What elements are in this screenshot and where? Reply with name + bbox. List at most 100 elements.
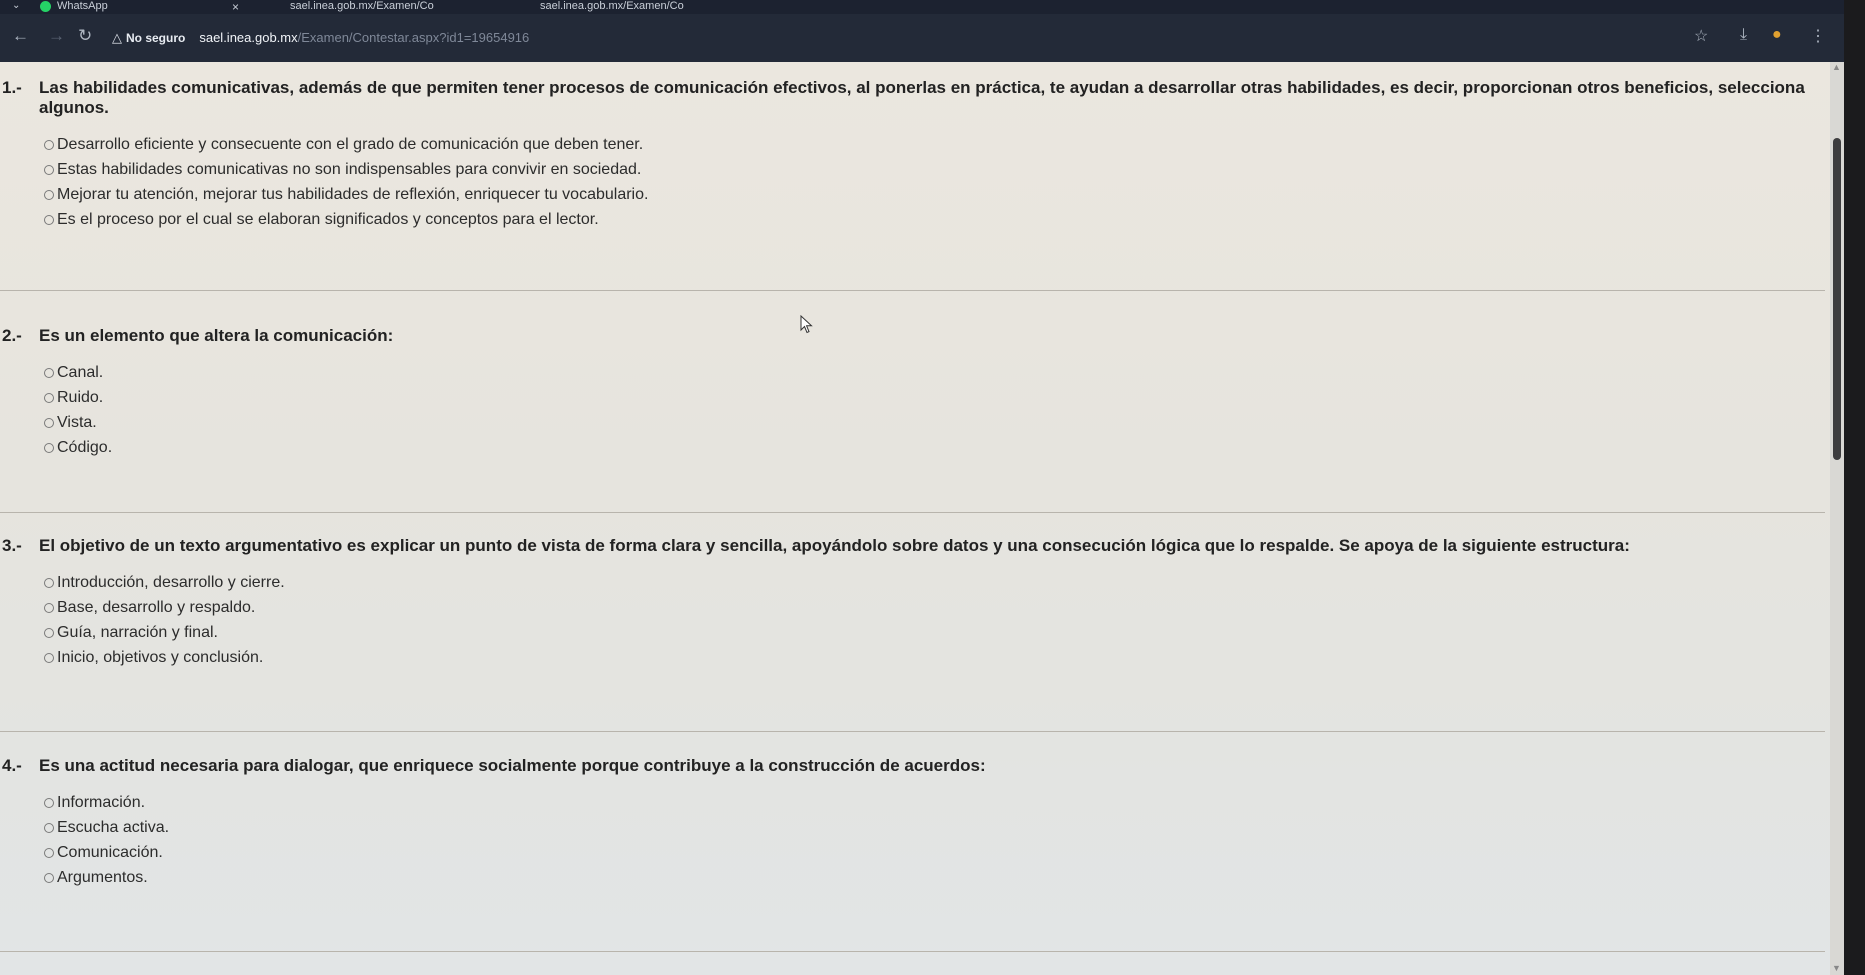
- radio-button[interactable]: [44, 797, 54, 808]
- answer-option[interactable]: Desarrollo eficiente y consecuente con e…: [44, 132, 1825, 157]
- tab-strip: ⌄ WhatsApp × sael.inea.gob.mx/Examen/Co …: [0, 0, 1865, 14]
- bookmark-star-icon[interactable]: ☆: [1694, 26, 1708, 46]
- radio-button[interactable]: [44, 417, 54, 428]
- answer-option[interactable]: Inicio, objetivos y conclusión.: [44, 645, 1825, 670]
- question-header: 4.- Es una actitud necesaria para dialog…: [0, 756, 1825, 776]
- question-2: 2.- Es un elemento que altera la comunic…: [0, 326, 1825, 460]
- option-label[interactable]: Estas habilidades comunicativas no son i…: [57, 157, 641, 182]
- scrollbar-thumb[interactable]: [1833, 138, 1841, 460]
- option-label[interactable]: Escucha activa.: [57, 815, 169, 840]
- option-label[interactable]: Comunicación.: [57, 840, 163, 865]
- option-label[interactable]: Mejorar tu atención, mejorar tus habilid…: [57, 182, 648, 207]
- screen-bezel: [1844, 0, 1865, 975]
- answer-option[interactable]: Estas habilidades comunicativas no son i…: [44, 157, 1825, 182]
- question-4: 4.- Es una actitud necesaria para dialog…: [0, 756, 1825, 890]
- option-label[interactable]: Base, desarrollo y respaldo.: [57, 595, 255, 620]
- answer-option[interactable]: Información.: [44, 790, 1825, 815]
- answer-option[interactable]: Vista.: [44, 410, 1825, 435]
- answer-option[interactable]: Canal.: [44, 360, 1825, 385]
- radio-button[interactable]: [44, 652, 54, 663]
- question-header: 2.- Es un elemento que altera la comunic…: [0, 326, 1825, 346]
- whatsapp-icon: [40, 0, 51, 12]
- exam-page: 1.- Las habilidades comunicativas, ademá…: [0, 62, 1830, 975]
- radio-button[interactable]: [44, 847, 54, 858]
- scroll-up-arrow-icon[interactable]: ▲: [1832, 62, 1841, 72]
- question-text: El objetivo de un texto argumentativo es…: [39, 536, 1630, 555]
- option-label[interactable]: Desarrollo eficiente y consecuente con e…: [57, 132, 643, 157]
- download-icon[interactable]: ⤓: [1740, 26, 1747, 44]
- divider: [0, 512, 1825, 513]
- divider: [0, 951, 1825, 952]
- warning-icon[interactable]: △: [112, 30, 122, 45]
- option-label[interactable]: Introducción, desarrollo y cierre.: [57, 570, 285, 595]
- answer-options: Información. Escucha activa. Comunicació…: [44, 790, 1825, 890]
- answer-option[interactable]: Base, desarrollo y respaldo.: [44, 595, 1825, 620]
- radio-button[interactable]: [44, 392, 54, 403]
- answer-option[interactable]: Escucha activa.: [44, 815, 1825, 840]
- tab-label: sael.inea.gob.mx/Examen/Co: [290, 0, 434, 12]
- tab-label: WhatsApp: [57, 0, 108, 12]
- answer-options: Desarrollo eficiente y consecuente con e…: [44, 132, 1825, 232]
- tab-label: sael.inea.gob.mx/Examen/Co: [540, 0, 684, 12]
- vertical-scrollbar[interactable]: ▲ ▼: [1830, 62, 1844, 975]
- mouse-pointer-icon: [800, 315, 813, 334]
- close-tab-icon[interactable]: ×: [232, 0, 239, 14]
- forward-arrow-icon[interactable]: →: [48, 26, 65, 46]
- question-number: 1.-: [2, 78, 22, 97]
- question-text: Es un elemento que altera la comunicació…: [39, 326, 394, 345]
- answer-options: Introducción, desarrollo y cierre. Base,…: [44, 570, 1825, 670]
- radio-button[interactable]: [44, 214, 54, 225]
- answer-option[interactable]: Código.: [44, 435, 1825, 460]
- menu-kebab-icon[interactable]: ⋮: [1810, 26, 1826, 46]
- question-text: Las habilidades comunicativas, además de…: [39, 78, 1805, 117]
- radio-button[interactable]: [44, 822, 54, 833]
- radio-button[interactable]: [44, 139, 54, 150]
- question-number: 3.-: [2, 536, 22, 555]
- address-bar[interactable]: △ No seguro sael.inea.gob.mx/Examen/Contes…: [112, 28, 529, 48]
- option-label[interactable]: Vista.: [57, 410, 97, 435]
- reload-icon[interactable]: ↻: [78, 26, 92, 46]
- tab-list-chevron-icon[interactable]: ⌄: [12, 0, 20, 11]
- answer-option[interactable]: Comunicación.: [44, 840, 1825, 865]
- scroll-down-arrow-icon[interactable]: ▼: [1832, 963, 1841, 973]
- option-label[interactable]: Inicio, objetivos y conclusión.: [57, 645, 263, 670]
- question-header: 1.- Las habilidades comunicativas, ademá…: [0, 78, 1825, 118]
- question-3: 3.- El objetivo de un texto argumentativ…: [0, 536, 1825, 670]
- question-text: Es una actitud necesaria para dialogar, …: [39, 756, 986, 775]
- tab-exam-1[interactable]: sael.inea.gob.mx/Examen/Co: [290, 0, 434, 14]
- option-label[interactable]: Información.: [57, 790, 145, 815]
- url-host: sael.inea.gob.mx: [199, 30, 298, 45]
- divider: [0, 731, 1825, 732]
- radio-button[interactable]: [44, 577, 54, 588]
- question-header: 3.- El objetivo de un texto argumentativ…: [0, 536, 1825, 556]
- radio-button[interactable]: [44, 367, 54, 378]
- option-label[interactable]: Guía, narración y final.: [57, 620, 218, 645]
- answer-option[interactable]: Es el proceso por el cual se elaboran si…: [44, 207, 1825, 232]
- option-label[interactable]: Ruido.: [57, 385, 103, 410]
- question-number: 2.-: [2, 326, 22, 345]
- answer-option[interactable]: Argumentos.: [44, 865, 1825, 890]
- tab-exam-2[interactable]: sael.inea.gob.mx/Examen/Co: [540, 0, 684, 14]
- browser-toolbar: ← → ↻ △ No seguro sael.inea.gob.mx/Examen/…: [0, 14, 1865, 62]
- answer-options: Canal. Ruido. Vista. Código.: [44, 360, 1825, 460]
- url-path: /Examen/Contestar.aspx?id1=19654916: [297, 30, 530, 45]
- radio-button[interactable]: [44, 627, 54, 638]
- radio-button[interactable]: [44, 442, 54, 453]
- extension-icon[interactable]: ●: [1772, 26, 1782, 44]
- radio-button[interactable]: [44, 872, 54, 883]
- answer-option[interactable]: Ruido.: [44, 385, 1825, 410]
- answer-option[interactable]: Guía, narración y final.: [44, 620, 1825, 645]
- security-label[interactable]: No seguro: [126, 31, 185, 45]
- back-arrow-icon[interactable]: ←: [12, 26, 29, 46]
- option-label[interactable]: Argumentos.: [57, 865, 148, 890]
- radio-button[interactable]: [44, 164, 54, 175]
- radio-button[interactable]: [44, 189, 54, 200]
- question-1: 1.- Las habilidades comunicativas, ademá…: [0, 78, 1825, 232]
- answer-option[interactable]: Mejorar tu atención, mejorar tus habilid…: [44, 182, 1825, 207]
- radio-button[interactable]: [44, 602, 54, 613]
- option-label[interactable]: Es el proceso por el cual se elaboran si…: [57, 207, 599, 232]
- option-label[interactable]: Código.: [57, 435, 112, 460]
- tab-whatsapp[interactable]: WhatsApp: [40, 0, 108, 14]
- answer-option[interactable]: Introducción, desarrollo y cierre.: [44, 570, 1825, 595]
- option-label[interactable]: Canal.: [57, 360, 103, 385]
